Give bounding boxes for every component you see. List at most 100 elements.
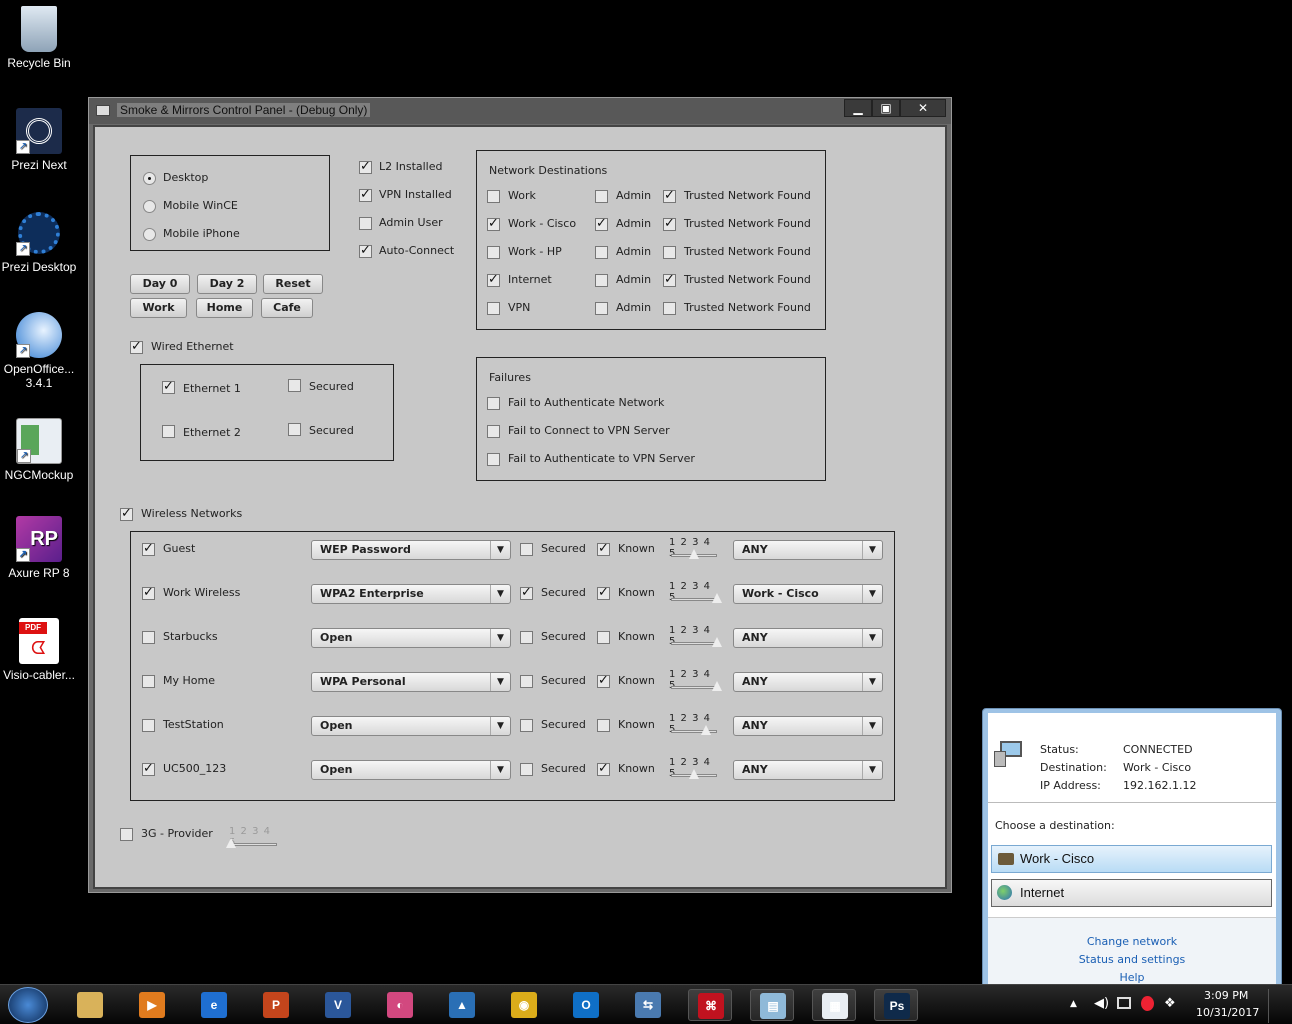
chevron-down-icon[interactable]: ▼ [862,585,882,603]
slider-thumb[interactable] [700,725,711,735]
day0-button[interactable]: Day 0 [130,274,190,294]
checkbox-destination-admin[interactable] [595,216,608,231]
security-type-dropdown[interactable]: Open ▼ [311,760,511,780]
volume-icon[interactable]: ◀) [1094,996,1109,1011]
work-button[interactable]: Work [130,298,187,318]
security-type-dropdown[interactable]: Open ▼ [311,716,511,736]
home-button[interactable]: Home [196,298,253,318]
desktop-icon-recycle-bin[interactable]: Recycle Bin [0,6,78,70]
checkbox-l2-installed[interactable] [359,159,372,174]
taskbar-axure-button[interactable]: ▲ [440,989,484,1021]
checkbox-ethernet-1[interactable] [162,379,175,394]
taskbar-network-button[interactable]: ⇆ [626,989,670,1021]
destination-dropdown[interactable]: ANY ▼ [733,540,883,560]
checkbox-wireless-network[interactable] [142,585,155,600]
network-tray-icon[interactable] [1117,997,1131,1009]
checkbox-known[interactable] [597,719,610,732]
maximize-button[interactable]: ▣ [872,99,900,117]
clock-time[interactable]: 3:09 PM [1204,989,1248,1002]
checkbox-vpn-installed[interactable] [359,187,372,202]
security-type-dropdown[interactable]: WEP Password ▼ [311,540,511,560]
checkbox-wireless-network[interactable] [142,631,155,644]
desktop-icon-axure[interactable]: RP ↗ Axure RP 8 [0,516,78,580]
chevron-down-icon[interactable]: ▼ [490,717,510,735]
taskbar-visio-button[interactable]: V [316,989,360,1021]
cafe-button[interactable]: Cafe [261,298,313,318]
taskbar-ie-button[interactable]: e [192,989,236,1021]
slider-thumb[interactable] [226,838,236,848]
checkbox-ethernet-1-secured[interactable] [288,379,301,392]
day2-button[interactable]: Day 2 [197,274,257,294]
security-type-dropdown[interactable]: WPA2 Enterprise ▼ [311,584,511,604]
destination-dropdown[interactable]: ANY ▼ [733,672,883,692]
checkbox-destination[interactable] [487,190,500,203]
checkbox-wireless-networks[interactable] [120,506,133,521]
security-tray-icon[interactable] [1141,996,1154,1011]
status-settings-link[interactable]: Status and settings [988,953,1276,966]
checkbox-wireless-network[interactable] [142,675,155,688]
taskbar-chrome-button[interactable]: ◉ [502,989,546,1021]
destination-dropdown[interactable]: ANY ▼ [733,716,883,736]
checkbox-ethernet-2[interactable] [162,425,175,438]
security-type-dropdown[interactable]: WPA Personal ▼ [311,672,511,692]
change-network-link[interactable]: Change network [988,935,1276,948]
signal-strength-slider[interactable]: 1 2 3 4 5 [669,713,721,737]
destination-dropdown[interactable]: ANY ▼ [733,628,883,648]
desktop-icon-prezi-next[interactable]: ↗ Prezi Next [0,108,78,172]
3g-signal-slider[interactable]: 1 2 3 4 5 [226,826,281,850]
checkbox-secured[interactable] [520,585,533,600]
chevron-down-icon[interactable]: ▼ [490,585,510,603]
taskbar-acrobat-button[interactable]: ⌘ [688,989,732,1021]
desktop-icon-ngcmockup[interactable]: ↗ NGCMockup [0,418,78,482]
checkbox-known[interactable] [597,673,610,688]
signal-strength-slider[interactable]: 1 2 3 4 5 [669,757,721,781]
security-type-dropdown[interactable]: Open ▼ [311,628,511,648]
slider-thumb[interactable] [689,549,699,559]
reset-button[interactable]: Reset [263,274,323,294]
checkbox-destination[interactable] [487,246,500,259]
chevron-down-icon[interactable]: ▼ [862,673,882,691]
checkbox-known[interactable] [597,761,610,776]
taskbar-powerpoint-button[interactable]: P [254,989,298,1021]
checkbox-trusted-network[interactable] [663,302,676,315]
checkbox-trusted-network[interactable] [663,188,676,203]
checkbox-fail-auth-vpn[interactable] [487,453,500,466]
chevron-down-icon[interactable]: ▼ [862,761,882,779]
slider-thumb[interactable] [689,769,699,779]
checkbox-3g-provider[interactable] [120,828,133,841]
checkbox-secured[interactable] [520,763,533,776]
checkbox-secured[interactable] [520,543,533,556]
chevron-down-icon[interactable]: ▼ [490,629,510,647]
destination-dropdown[interactable]: Work - Cisco ▼ [733,584,883,604]
chevron-down-icon[interactable]: ▼ [862,541,882,559]
checkbox-destination-admin[interactable] [595,302,608,315]
checkbox-known[interactable] [597,541,610,556]
chevron-down-icon[interactable]: ▼ [490,761,510,779]
checkbox-known[interactable] [597,631,610,644]
taskbar-media-button[interactable]: ▶ [130,989,174,1021]
help-link[interactable]: Help [988,971,1276,984]
desktop-icon-prezi-desktop[interactable]: ↗ Prezi Desktop [0,210,78,274]
start-button[interactable] [8,987,48,1023]
taskbar-prezi-button[interactable]: ◐ [378,989,422,1021]
checkbox-trusted-network[interactable] [663,246,676,259]
checkbox-known[interactable] [597,585,610,600]
checkbox-destination-admin[interactable] [595,274,608,287]
checkbox-admin-user[interactable] [359,217,372,230]
checkbox-ethernet-2-secured[interactable] [288,423,301,436]
taskbar-photoshop-button[interactable]: Ps [874,989,918,1021]
desktop-icon-openoffice[interactable]: ↗ OpenOffice... 3.4.1 [0,312,78,390]
network-option-work-cisco[interactable]: Work - Cisco [991,845,1272,873]
taskbar-outlook-button[interactable]: O [564,989,608,1021]
signal-strength-slider[interactable]: 1 2 3 4 5 [669,669,722,693]
taskbar-notepad-button[interactable]: ▤ [750,989,794,1021]
taskbar-explorer-button[interactable] [68,989,112,1021]
checkbox-wired-ethernet[interactable] [130,339,143,354]
destination-dropdown[interactable]: ANY ▼ [733,760,883,780]
radio-desktop[interactable] [143,172,156,185]
taskbar-ngc-button[interactable]: ▦ [812,989,856,1021]
signal-strength-slider[interactable]: 1 2 3 4 5 [669,625,722,649]
signal-strength-slider[interactable]: 1 2 3 4 5 [669,537,721,561]
checkbox-secured[interactable] [520,719,533,732]
show-desktop-button[interactable] [1268,989,1278,1023]
